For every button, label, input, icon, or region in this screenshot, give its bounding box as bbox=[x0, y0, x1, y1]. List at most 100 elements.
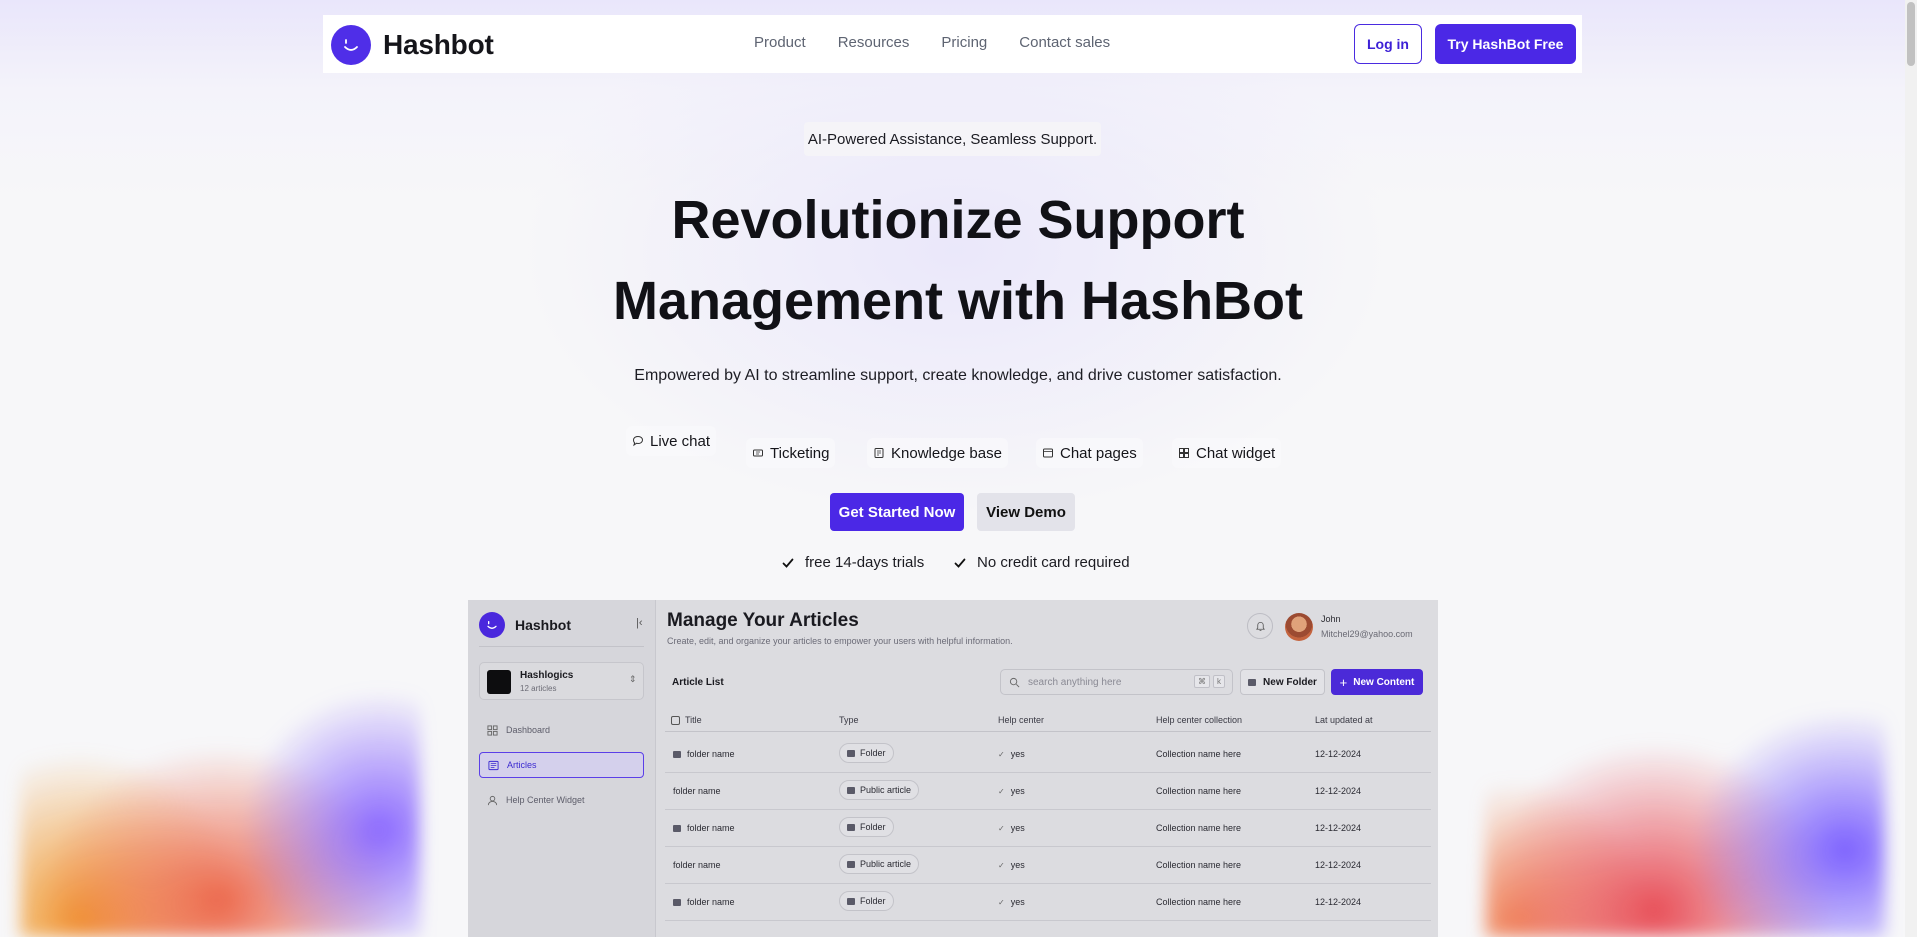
nav-links: Product Resources Pricing Contact sales bbox=[754, 34, 1110, 51]
new-folder-label: New Folder bbox=[1263, 676, 1317, 688]
column-title[interactable]: Title bbox=[671, 715, 702, 725]
sidebar-item-articles[interactable]: Articles bbox=[479, 752, 644, 778]
bell-icon[interactable] bbox=[1247, 613, 1273, 639]
folder-icon bbox=[673, 898, 681, 906]
top-navigation: Hashbot Product Resources Pricing Contac… bbox=[323, 15, 1582, 73]
article-list-title: Article List bbox=[672, 677, 724, 688]
try-free-button[interactable]: Try HashBot Free bbox=[1435, 24, 1576, 64]
scrollbar-track[interactable] bbox=[1905, 0, 1917, 937]
check-icon: ✓ bbox=[998, 860, 1005, 870]
feature-ticketing[interactable]: Ticketing bbox=[746, 438, 836, 468]
feature-label: Live chat bbox=[650, 432, 711, 450]
sidebar-item-label: Articles bbox=[507, 760, 537, 770]
sidebar-item-help-center-widget[interactable]: Help Center Widget bbox=[479, 787, 644, 813]
book-icon bbox=[874, 448, 884, 458]
benefit-free-trial: free 14-days trials bbox=[781, 554, 924, 571]
ticket-icon bbox=[753, 449, 763, 457]
benefit-label: free 14-days trials bbox=[805, 554, 925, 571]
sidebar-item-label: Dashboard bbox=[506, 725, 551, 735]
column-help-center[interactable]: Help center bbox=[998, 715, 1044, 725]
row-title-text: folder name bbox=[673, 860, 721, 870]
row-title-text: folder name bbox=[687, 897, 735, 907]
new-content-label: New Content bbox=[1353, 676, 1415, 688]
folder-icon bbox=[673, 824, 681, 832]
widget-grid-icon bbox=[1179, 448, 1189, 458]
hero-tagline: AI-Powered Assistance, Seamless Support. bbox=[804, 122, 1101, 156]
feature-live-chat[interactable]: Live chat bbox=[626, 426, 717, 456]
new-content-button[interactable]: + New Content bbox=[1331, 669, 1423, 695]
date-cell: 12-12-2024 bbox=[1315, 786, 1362, 796]
row-title: folder name bbox=[673, 786, 721, 796]
feature-chat-pages[interactable]: Chat pages bbox=[1036, 438, 1143, 468]
type-label: Folder bbox=[860, 748, 886, 758]
help-center-status: ✓ yes bbox=[998, 860, 1025, 870]
workspace-switcher[interactable]: Hashlogics 12 articles ⇕ bbox=[479, 662, 644, 700]
row-title-text: folder name bbox=[687, 823, 735, 833]
search-input[interactable]: search anything here ⌘ k bbox=[1000, 669, 1233, 695]
type-label: Public article bbox=[860, 859, 912, 869]
collapse-sidebar-icon[interactable]: |‹ bbox=[636, 617, 643, 629]
articles-icon bbox=[488, 760, 499, 770]
benefit-label: No credit card required bbox=[977, 554, 1130, 571]
type-label: Folder bbox=[860, 822, 886, 832]
nav-product[interactable]: Product bbox=[754, 34, 806, 51]
smile-logo-icon bbox=[479, 612, 505, 638]
column-last-updated[interactable]: Lat updated at bbox=[1315, 715, 1373, 725]
table-row[interactable]: folder name Public article ✓ yes Collection … bbox=[665, 773, 1431, 810]
brand-logo[interactable]: Hashbot bbox=[331, 25, 494, 65]
table-header: Title Type Help center Help center colle… bbox=[665, 710, 1431, 732]
row-title: folder name bbox=[673, 749, 735, 759]
check-icon bbox=[782, 558, 794, 568]
user-icon bbox=[487, 795, 498, 805]
type-badge: Folder bbox=[839, 891, 894, 911]
nav-resources[interactable]: Resources bbox=[838, 34, 910, 51]
help-center-status: ✓ yes bbox=[998, 786, 1025, 796]
type-badge: Public article bbox=[839, 780, 920, 800]
type-badge: Public article bbox=[839, 854, 920, 874]
select-all-checkbox[interactable] bbox=[671, 715, 680, 725]
search-icon bbox=[1009, 677, 1020, 687]
table-row[interactable]: folder name Folder ✓ yes Collection name her… bbox=[665, 736, 1431, 773]
feature-chat-widget[interactable]: Chat widget bbox=[1172, 438, 1282, 468]
feature-knowledge-base[interactable]: Knowledge base bbox=[867, 438, 1008, 468]
workspace-article-count: 12 articles bbox=[520, 684, 557, 693]
check-icon: ✓ bbox=[998, 823, 1005, 833]
user-avatar[interactable] bbox=[1285, 613, 1313, 641]
chat-bubble-icon bbox=[632, 435, 644, 447]
nav-contact-sales[interactable]: Contact sales bbox=[1019, 34, 1110, 51]
folder-icon bbox=[1248, 678, 1257, 686]
new-folder-button[interactable]: New Folder bbox=[1240, 669, 1325, 695]
help-center-value: yes bbox=[1010, 897, 1025, 907]
help-center-status: ✓ yes bbox=[998, 897, 1025, 907]
table-row[interactable]: folder name Folder ✓ yes Collection name her… bbox=[665, 884, 1431, 921]
table-row[interactable]: folder name Folder ✓ yes Collection name her… bbox=[665, 810, 1431, 847]
column-help-center-collection[interactable]: Help center collection bbox=[1156, 715, 1242, 725]
column-label: Title bbox=[685, 715, 702, 725]
feature-label: Ticketing bbox=[770, 444, 830, 462]
hero-subtitle: Empowered by AI to streamline support, c… bbox=[634, 367, 1282, 384]
check-icon: ✓ bbox=[998, 897, 1005, 907]
collection-cell: Collection name here bbox=[1156, 897, 1242, 907]
view-demo-button[interactable]: View Demo bbox=[977, 493, 1075, 531]
folder-icon bbox=[673, 750, 681, 758]
help-center-value: yes bbox=[1010, 786, 1025, 796]
check-icon: ✓ bbox=[998, 786, 1005, 796]
sidebar-item-dashboard[interactable]: Dashboard bbox=[479, 717, 644, 743]
help-center-status: ✓ yes bbox=[998, 823, 1025, 833]
help-center-value: yes bbox=[1010, 749, 1025, 759]
date-cell: 12-12-2024 bbox=[1315, 749, 1362, 759]
login-button[interactable]: Log in bbox=[1354, 24, 1422, 64]
get-started-button[interactable]: Get Started Now bbox=[830, 493, 964, 531]
scrollbar-thumb[interactable] bbox=[1907, 2, 1915, 66]
workspace-avatar bbox=[487, 670, 511, 694]
row-title-text: folder name bbox=[673, 786, 721, 796]
user-email: Mitchel29@yahoo.com bbox=[1321, 629, 1413, 639]
check-icon bbox=[954, 558, 966, 568]
column-type[interactable]: Type bbox=[839, 715, 859, 725]
shortcut-key-cmd: ⌘ bbox=[1194, 675, 1210, 688]
table-row[interactable]: folder name Public article ✓ yes Collection … bbox=[665, 847, 1431, 884]
collection-cell: Collection name here bbox=[1156, 823, 1242, 833]
nav-pricing[interactable]: Pricing bbox=[941, 34, 987, 51]
preview-page-title: Manage Your Articles bbox=[667, 610, 859, 631]
folder-icon bbox=[847, 823, 855, 831]
